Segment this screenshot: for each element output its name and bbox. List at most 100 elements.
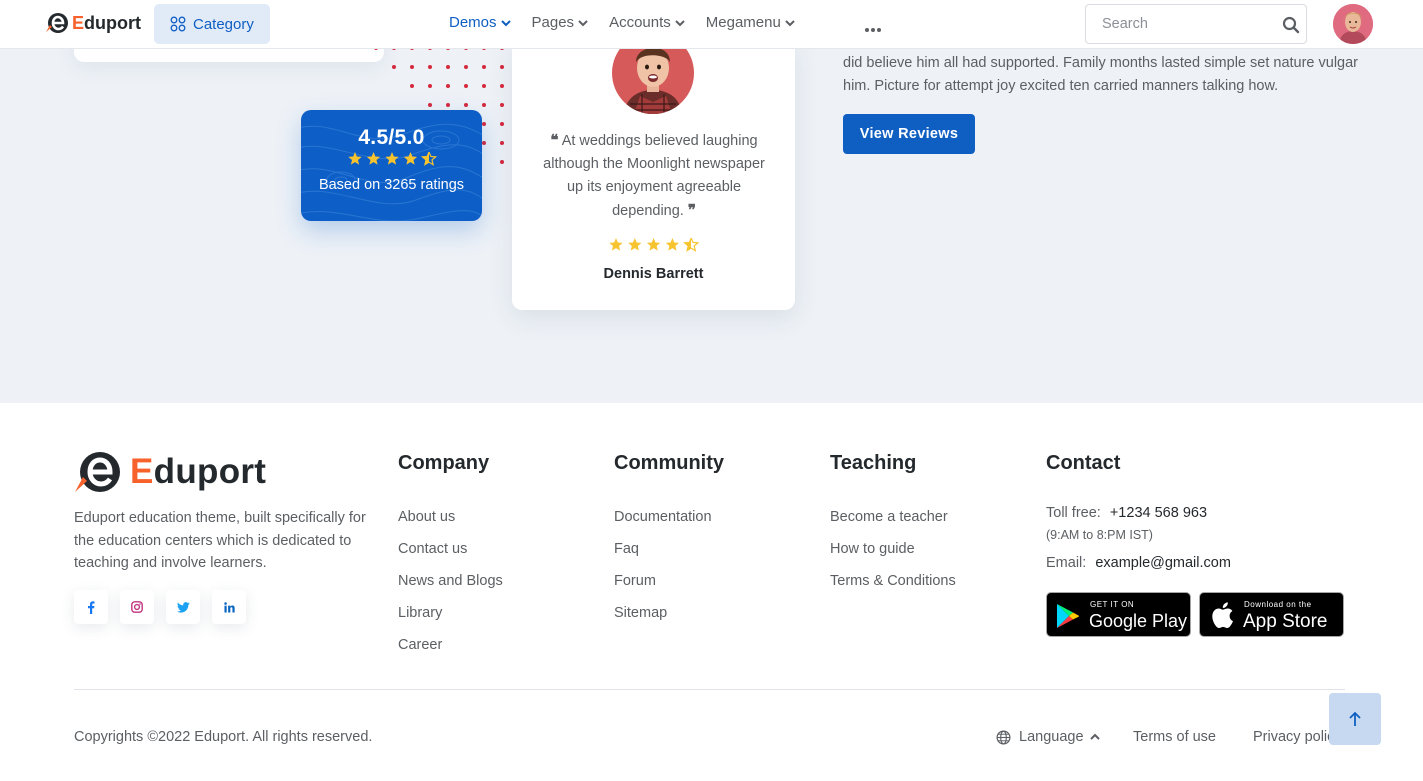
star-icon (366, 152, 380, 165)
star-icons (609, 236, 700, 252)
quote-open-icon: ❝ (550, 131, 559, 149)
reviewer-name: Dennis Barrett (603, 266, 704, 282)
copyright-text: Copyrights ©2022 Eduport. All rights res… (74, 729, 373, 745)
nav-accounts-label: Accounts (609, 14, 671, 31)
footer-brand-name: Eduport (130, 452, 267, 491)
link-faq[interactable]: Faq (614, 541, 712, 573)
about-paragraph: did believe him all had supported. Famil… (843, 55, 1359, 94)
linkedin-icon[interactable] (212, 590, 246, 624)
chevron-up-icon (1089, 733, 1100, 740)
footer-divider (74, 689, 1345, 690)
star-icon (646, 238, 661, 251)
search-icon[interactable] (1282, 16, 1300, 39)
chevron-down-icon (675, 19, 685, 27)
category-grid-icon (170, 16, 186, 32)
link-sitemap[interactable]: Sitemap (614, 605, 712, 637)
navbar: Eduport Category Demos Pages Accounts Me… (0, 0, 1423, 49)
footer-description: Eduport education theme, built specifica… (74, 510, 366, 571)
social-links (74, 590, 258, 624)
link-how-to-guide[interactable]: How to guide (830, 541, 956, 573)
search-box (1085, 4, 1307, 44)
dot (464, 65, 468, 69)
category-button[interactable]: Category (154, 4, 270, 44)
star-icon (683, 236, 700, 252)
star-icon (665, 238, 680, 251)
brand-logo[interactable]: Eduport (45, 12, 141, 34)
tollfree-number[interactable]: +1234 568 963 (1110, 505, 1207, 521)
dot (482, 141, 486, 145)
star-icons (347, 150, 437, 166)
language-selector[interactable]: Language (996, 729, 1100, 745)
facebook-icon[interactable] (74, 590, 108, 624)
footer: Eduport Eduport education theme, built s… (0, 403, 1423, 781)
teaching-links: Become a teacher How to guide Terms & Co… (830, 509, 956, 605)
link-contact-us[interactable]: Contact us (398, 541, 503, 573)
rating-card: 4.5/5.0 Based on 3265 ratings (301, 110, 482, 221)
reviews-section: 4.5/5.0 Based on 3265 ratings ❝ At weddi… (0, 0, 1423, 403)
twitter-icon[interactable] (166, 590, 200, 624)
teaching-heading: Teaching (830, 452, 917, 474)
dot (464, 103, 468, 107)
dot (392, 65, 396, 69)
community-heading: Community (614, 452, 724, 474)
link-become-teacher[interactable]: Become a teacher (830, 509, 956, 541)
dot (428, 84, 432, 88)
link-career[interactable]: Career (398, 637, 503, 669)
google-play-button[interactable]: GET IT ON Google Play (1046, 592, 1191, 637)
dot (500, 122, 504, 126)
brand-name: Eduport (72, 12, 141, 33)
link-documentation[interactable]: Documentation (614, 509, 712, 541)
rating-stars (301, 150, 482, 170)
arrow-up-icon (1349, 711, 1361, 726)
email-label: Email: (1046, 555, 1087, 571)
star-icon (384, 152, 399, 165)
quote-close-icon: ❞ (687, 201, 696, 219)
nav-accounts[interactable]: Accounts (609, 14, 685, 31)
dot (428, 65, 432, 69)
testimonial-stars (608, 236, 700, 259)
email-address[interactable]: example@gmail.com (1095, 555, 1231, 571)
language-label: Language (1019, 729, 1084, 745)
star-icon (403, 152, 417, 165)
link-news-blogs[interactable]: News and Blogs (398, 573, 503, 605)
star-icon (420, 150, 437, 166)
search-input[interactable] (1086, 5, 1271, 43)
star-icon (347, 152, 362, 165)
view-reviews-button[interactable]: View Reviews (843, 114, 975, 154)
star-icon (628, 238, 642, 251)
main-menu: Demos Pages Accounts Megamenu (449, 14, 816, 31)
contact-hours: (9:AM to 8:PM IST) (1046, 528, 1153, 542)
community-links: Documentation Faq Forum Sitemap (614, 509, 712, 637)
nav-pages[interactable]: Pages (532, 14, 589, 31)
link-about-us[interactable]: About us (398, 509, 503, 541)
globe-icon (996, 730, 1011, 744)
link-forum[interactable]: Forum (614, 573, 712, 605)
app-store-button[interactable]: Download on the App Store (1199, 592, 1344, 637)
dot (446, 84, 450, 88)
dot (500, 103, 504, 107)
back-to-top-button[interactable] (1329, 693, 1381, 745)
user-avatar[interactable] (1333, 4, 1373, 44)
link-library[interactable]: Library (398, 605, 503, 637)
dot (428, 103, 432, 107)
nav-megamenu[interactable]: Megamenu (706, 14, 795, 31)
nav-demos[interactable]: Demos (449, 14, 511, 31)
nav-megamenu-label: Megamenu (705, 14, 781, 31)
dot (500, 65, 504, 69)
apple-icon (1212, 602, 1233, 629)
dot (446, 65, 450, 69)
terms-of-use-link[interactable]: Terms of use (1133, 729, 1216, 745)
rating-score: 4.5/5.0 (358, 126, 425, 149)
dot (482, 65, 486, 69)
dot (500, 84, 504, 88)
more-dots-icon[interactable] (864, 20, 882, 38)
instagram-icon[interactable] (120, 590, 154, 624)
link-terms-conditions[interactable]: Terms & Conditions (830, 573, 956, 605)
google-play-small: GET IT ON (1090, 600, 1135, 609)
dot (410, 65, 414, 69)
footer-brand-logo[interactable]: Eduport (74, 450, 266, 494)
dot (482, 122, 486, 126)
rating-count: Based on 3265 ratings (318, 177, 465, 193)
contact-heading: Contact (1046, 452, 1121, 474)
dot (500, 160, 504, 164)
